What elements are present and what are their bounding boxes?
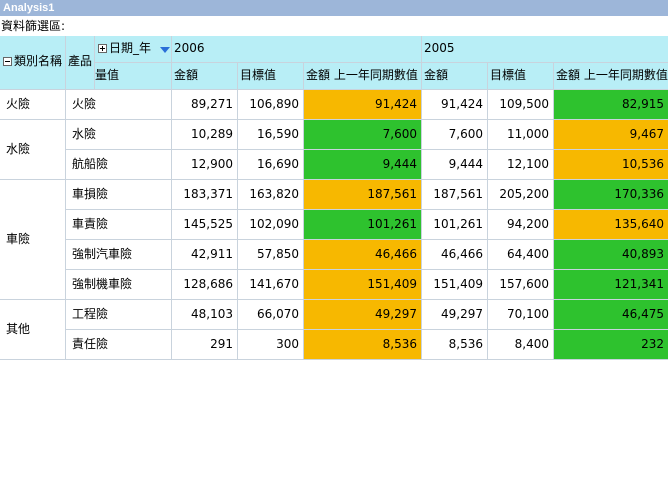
prev-year-2005-cell: 121,341	[554, 270, 668, 300]
window-title: Analysis1	[0, 0, 668, 16]
target-2006-cell: 106,890	[238, 90, 304, 120]
expand-icon[interactable]	[98, 44, 107, 53]
prev-year-2006-cell: 187,561	[304, 180, 422, 210]
amount-2005-cell: 151,409	[422, 270, 488, 300]
measures-field-header[interactable]: 量值	[95, 63, 172, 90]
amount-2005-header: 金額	[422, 63, 488, 90]
target-2005-cell: 64,400	[488, 240, 554, 270]
target-2006-cell: 163,820	[238, 180, 304, 210]
target-2005-cell: 11,000	[488, 120, 554, 150]
amount-2006-header: 金額	[172, 63, 238, 90]
target-2006-header: 目標值	[238, 63, 304, 90]
group-auto[interactable]: 車險	[0, 180, 66, 300]
prev-year-2005-cell: 82,915	[554, 90, 668, 120]
prev-year-2005-cell: 9,467	[554, 120, 668, 150]
product-cell[interactable]: 工程險	[66, 300, 172, 330]
amount-2006-cell: 10,289	[172, 120, 238, 150]
amount-2006-cell: 145,525	[172, 210, 238, 240]
dropdown-arrow-icon[interactable]	[160, 47, 170, 53]
prev-year-2005-cell: 135,640	[554, 210, 668, 240]
prev-year-2006-cell: 46,466	[304, 240, 422, 270]
product-cell[interactable]: 水險	[66, 120, 172, 150]
prev-year-2006-cell: 7,600	[304, 120, 422, 150]
amount-2005-cell: 187,561	[422, 180, 488, 210]
year-2006-header[interactable]: 2006	[172, 36, 422, 63]
amount-2005-cell: 91,424	[422, 90, 488, 120]
prev-year-2006-cell: 101,261	[304, 210, 422, 240]
target-2006-cell: 66,070	[238, 300, 304, 330]
amount-2006-cell: 48,103	[172, 300, 238, 330]
product-cell[interactable]: 車損險	[66, 180, 172, 210]
product-header[interactable]: 產品	[66, 36, 95, 90]
target-2006-cell: 16,590	[238, 120, 304, 150]
prev-year-2006-cell: 8,536	[304, 330, 422, 360]
group-marine[interactable]: 水險	[0, 120, 66, 180]
amount-2005-cell: 46,466	[422, 240, 488, 270]
year-2005-header[interactable]: 2005	[422, 36, 668, 63]
group-fire[interactable]: 火險	[0, 90, 66, 120]
target-2006-cell: 16,690	[238, 150, 304, 180]
collapse-icon[interactable]	[3, 57, 12, 66]
target-2006-cell: 102,090	[238, 210, 304, 240]
target-2006-cell: 57,850	[238, 240, 304, 270]
target-2005-cell: 205,200	[488, 180, 554, 210]
prev-year-2005-cell: 40,893	[554, 240, 668, 270]
amount-2006-cell: 128,686	[172, 270, 238, 300]
group-other[interactable]: 其他	[0, 300, 66, 360]
amount-2005-cell: 9,444	[422, 150, 488, 180]
product-header-label: 產品	[68, 54, 93, 68]
target-2005-cell: 109,500	[488, 90, 554, 120]
target-2005-header: 目標值	[488, 63, 554, 90]
target-2005-cell: 94,200	[488, 210, 554, 240]
amount-2006-cell: 89,271	[172, 90, 238, 120]
date-field-label: 日期_年	[109, 41, 152, 55]
product-cell[interactable]: 強制汽車險	[66, 240, 172, 270]
date-field-header[interactable]: 日期_年	[95, 36, 172, 63]
product-cell[interactable]: 責任險	[66, 330, 172, 360]
amount-2006-cell: 42,911	[172, 240, 238, 270]
target-2006-cell: 300	[238, 330, 304, 360]
target-2005-cell: 12,100	[488, 150, 554, 180]
prev-year-2006-header: 金額 上一年同期數值	[304, 63, 422, 90]
product-cell[interactable]: 強制機車險	[66, 270, 172, 300]
prev-year-2006-cell: 49,297	[304, 300, 422, 330]
amount-2005-cell: 101,261	[422, 210, 488, 240]
amount-2005-cell: 49,297	[422, 300, 488, 330]
grid-bottom-border	[0, 359, 668, 360]
target-2005-cell: 157,600	[488, 270, 554, 300]
prev-year-2005-header: 金額 上一年同期數值	[554, 63, 668, 90]
prev-year-2006-cell: 9,444	[304, 150, 422, 180]
prev-year-2006-cell: 91,424	[304, 90, 422, 120]
amount-2005-cell: 7,600	[422, 120, 488, 150]
category-header[interactable]: 類別名稱	[0, 36, 66, 90]
product-cell[interactable]: 火險	[66, 90, 172, 120]
target-2005-cell: 70,100	[488, 300, 554, 330]
amount-2006-cell: 183,371	[172, 180, 238, 210]
filter-area-label: 資料篩選區:	[1, 19, 66, 33]
prev-year-2005-cell: 170,336	[554, 180, 668, 210]
prev-year-2006-cell: 151,409	[304, 270, 422, 300]
category-header-label: 類別名稱	[14, 54, 63, 68]
target-2005-cell: 8,400	[488, 330, 554, 360]
prev-year-2005-cell: 46,475	[554, 300, 668, 330]
amount-2005-cell: 8,536	[422, 330, 488, 360]
prev-year-2005-cell: 232	[554, 330, 668, 360]
product-cell[interactable]: 車責險	[66, 210, 172, 240]
target-2006-cell: 141,670	[238, 270, 304, 300]
product-cell[interactable]: 航船險	[66, 150, 172, 180]
prev-year-2005-cell: 10,536	[554, 150, 668, 180]
pivot-grid: 類別名稱 產品 日期_年 2006 2005 量值 金額 目標值 金額 上一年同…	[0, 36, 668, 360]
amount-2006-cell: 12,900	[172, 150, 238, 180]
amount-2006-cell: 291	[172, 330, 238, 360]
